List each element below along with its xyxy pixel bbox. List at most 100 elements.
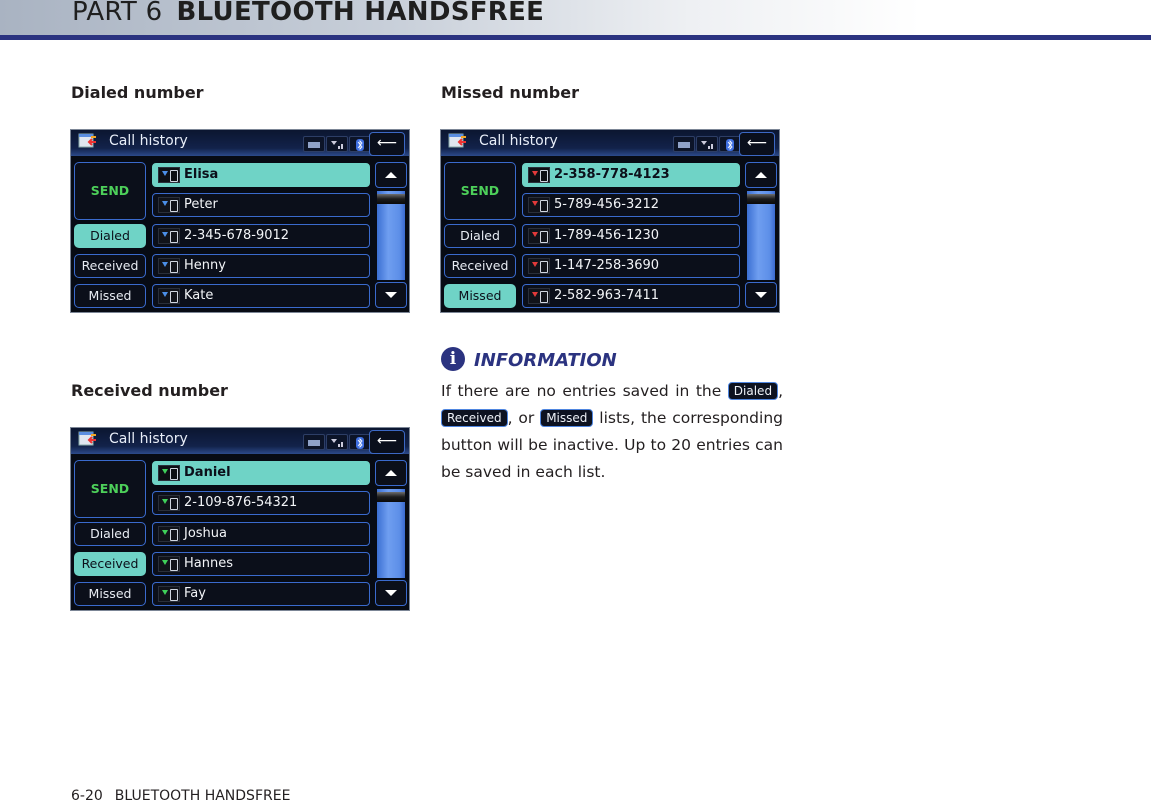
back-button[interactable]: ⟵ bbox=[739, 132, 775, 156]
send-button[interactable]: SEND bbox=[444, 162, 516, 220]
call-type-phone-icon bbox=[158, 197, 180, 213]
received-button[interactable]: Received bbox=[74, 552, 146, 576]
info-text: If there are no entries saved in the bbox=[441, 382, 728, 400]
section-title-dialed: Dialed number bbox=[71, 83, 204, 102]
scroll-down-button[interactable] bbox=[745, 282, 777, 308]
entry-label: 2-582-963-7411 bbox=[554, 288, 660, 303]
send-button[interactable]: SEND bbox=[74, 162, 146, 220]
list-item[interactable]: Joshua bbox=[152, 522, 370, 546]
list-item[interactable]: 1-147-258-3690 bbox=[522, 254, 740, 278]
info-title: INFORMATION bbox=[474, 350, 617, 371]
entry-label: Kate bbox=[184, 288, 214, 303]
list-item[interactable]: Henny bbox=[152, 254, 370, 278]
title-bar: Call history ⟵ bbox=[71, 428, 409, 454]
entry-label: 1-147-258-3690 bbox=[554, 258, 660, 273]
scroll-up-button[interactable] bbox=[745, 162, 777, 188]
battery-icon bbox=[303, 136, 325, 152]
call-type-phone-icon bbox=[158, 586, 180, 602]
arrow-up-icon bbox=[385, 172, 397, 178]
header-rule bbox=[0, 35, 1151, 40]
list-item[interactable]: 2-358-778-4123 bbox=[522, 163, 740, 187]
call-history-screen-dialed: Call history ⟵ SEND Dialed Received Missed Eli… bbox=[70, 129, 410, 313]
entry-label: Hannes bbox=[184, 556, 233, 571]
scrollbar-thumb[interactable] bbox=[747, 194, 775, 204]
call-type-phone-icon bbox=[158, 526, 180, 542]
entry-label: 2-358-778-4123 bbox=[554, 167, 670, 182]
list-item[interactable]: Fay bbox=[152, 582, 370, 606]
list-item[interactable]: 2-582-963-7411 bbox=[522, 284, 740, 308]
list-item[interactable]: Hannes bbox=[152, 552, 370, 576]
call-type-phone-icon bbox=[528, 197, 550, 213]
scroll-up-button[interactable] bbox=[375, 460, 407, 486]
header-part: PART 6 bbox=[72, 0, 163, 27]
call-type-phone-icon bbox=[158, 258, 180, 274]
received-button[interactable]: Received bbox=[74, 254, 146, 278]
signal-icon bbox=[696, 136, 718, 152]
list-item[interactable]: 2-109-876-54321 bbox=[152, 491, 370, 515]
header-main-title: BLUETOOTH HANDSFREE bbox=[176, 0, 545, 27]
screen-title: Call history bbox=[109, 431, 188, 447]
info-body: If there are no entries saved in the Dia… bbox=[441, 378, 783, 486]
back-arrow-icon: ⟵ bbox=[376, 433, 398, 449]
list-item[interactable]: 5-789-456-3212 bbox=[522, 193, 740, 217]
call-history-app-icon bbox=[78, 133, 96, 148]
scroll-down-button[interactable] bbox=[375, 282, 407, 308]
entry-label: 2-345-678-9012 bbox=[184, 228, 290, 243]
list-item[interactable]: Daniel bbox=[152, 461, 370, 485]
back-button[interactable]: ⟵ bbox=[369, 132, 405, 156]
scroll-up-button[interactable] bbox=[375, 162, 407, 188]
call-type-phone-icon bbox=[528, 167, 550, 183]
list-item[interactable]: 2-345-678-9012 bbox=[152, 224, 370, 248]
call-type-phone-icon bbox=[158, 495, 180, 511]
footer-label: BLUETOOTH HANDSFREE bbox=[114, 788, 291, 804]
list-item[interactable]: Peter bbox=[152, 193, 370, 217]
dialed-button[interactable]: Dialed bbox=[74, 224, 146, 248]
screen-title: Call history bbox=[109, 133, 188, 149]
signal-icon bbox=[326, 136, 348, 152]
arrow-up-icon bbox=[755, 172, 767, 178]
missed-button[interactable]: Missed bbox=[74, 582, 146, 606]
dialed-button[interactable]: Dialed bbox=[74, 522, 146, 546]
list-item[interactable]: Elisa bbox=[152, 163, 370, 187]
back-button[interactable]: ⟵ bbox=[369, 430, 405, 454]
info-text: , bbox=[778, 382, 783, 400]
info-icon: i bbox=[441, 347, 465, 371]
scrollbar-track[interactable] bbox=[377, 489, 405, 578]
page-number: 6-20 bbox=[71, 788, 103, 804]
send-button[interactable]: SEND bbox=[74, 460, 146, 518]
arrow-up-icon bbox=[385, 470, 397, 476]
scrollbar-track[interactable] bbox=[377, 191, 405, 280]
screen-title: Call history bbox=[479, 133, 558, 149]
call-history-app-icon bbox=[78, 431, 96, 446]
arrow-down-icon bbox=[385, 590, 397, 596]
dialed-chip: Dialed bbox=[727, 382, 779, 400]
missed-button[interactable]: Missed bbox=[444, 284, 516, 308]
list-item[interactable]: Kate bbox=[152, 284, 370, 308]
call-type-phone-icon bbox=[158, 228, 180, 244]
received-button[interactable]: Received bbox=[444, 254, 516, 278]
arrow-down-icon bbox=[385, 292, 397, 298]
bluetooth-icon bbox=[719, 136, 741, 152]
scrollbar-thumb[interactable] bbox=[377, 194, 405, 204]
info-text: , or bbox=[507, 409, 541, 427]
page-header: PART 6 BLUETOOTH HANDSFREE bbox=[0, 0, 1151, 36]
section-title-missed: Missed number bbox=[441, 83, 579, 102]
scroll-down-button[interactable] bbox=[375, 580, 407, 606]
scrollbar-track[interactable] bbox=[747, 191, 775, 280]
missed-chip: Missed bbox=[540, 409, 594, 427]
call-history-screen-received: Call history ⟵ SEND Dialed Received Missed Dan… bbox=[70, 427, 410, 611]
battery-icon bbox=[303, 434, 325, 450]
call-type-phone-icon bbox=[528, 258, 550, 274]
battery-icon bbox=[673, 136, 695, 152]
entry-label: Peter bbox=[184, 197, 218, 212]
bluetooth-icon bbox=[349, 434, 371, 450]
list-item[interactable]: 1-789-456-1230 bbox=[522, 224, 740, 248]
call-history-app-icon bbox=[448, 133, 466, 148]
entry-label: 1-789-456-1230 bbox=[554, 228, 660, 243]
entry-label: Henny bbox=[184, 258, 226, 273]
call-type-phone-icon bbox=[158, 465, 180, 481]
missed-button[interactable]: Missed bbox=[74, 284, 146, 308]
dialed-button[interactable]: Dialed bbox=[444, 224, 516, 248]
scrollbar-thumb[interactable] bbox=[377, 492, 405, 502]
call-type-phone-icon bbox=[158, 288, 180, 304]
